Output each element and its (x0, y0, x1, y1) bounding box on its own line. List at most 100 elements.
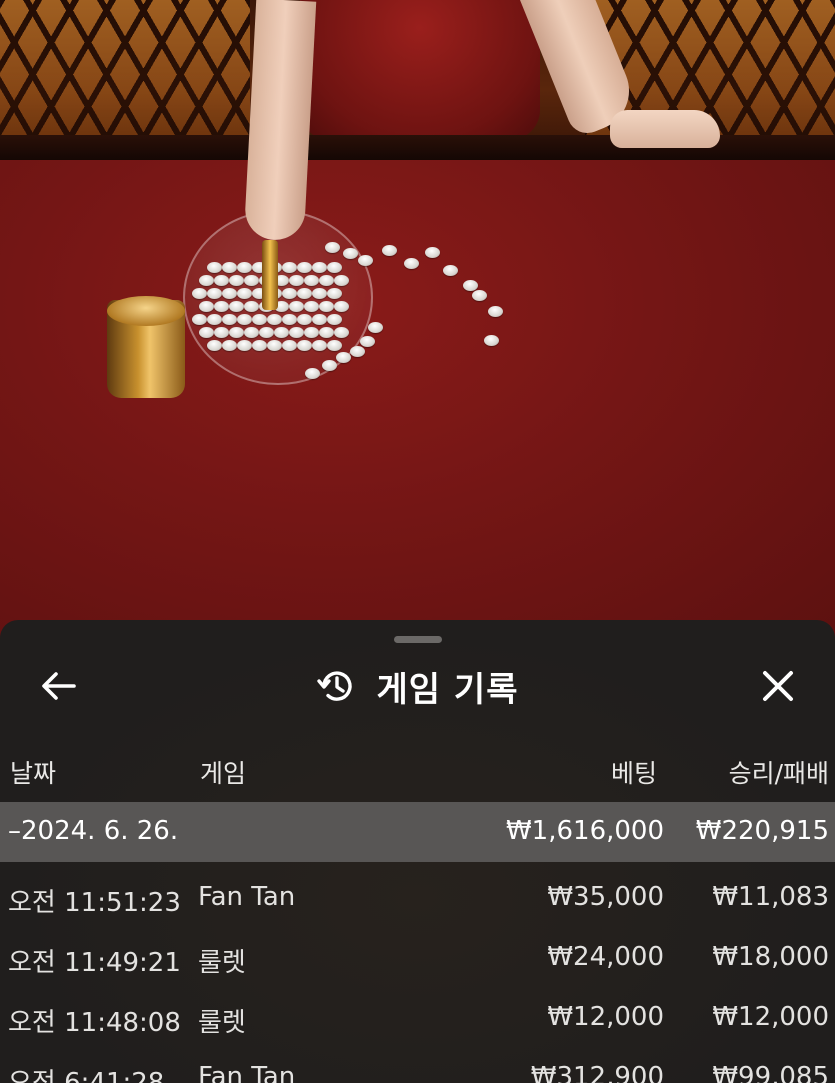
bead (192, 288, 207, 299)
sheet-drag-handle[interactable] (394, 636, 442, 643)
bead (237, 262, 252, 273)
column-header-bet: 베팅 (610, 759, 657, 788)
bead (214, 275, 229, 286)
bead (304, 327, 319, 338)
bead (334, 327, 349, 338)
arrow-left-icon (42, 672, 76, 700)
row-bet: ₩35,000 (547, 882, 664, 912)
bead (327, 262, 342, 273)
row-time: 오전 11:51:23 (8, 888, 181, 918)
bead (297, 262, 312, 273)
bead (267, 340, 282, 351)
bead (222, 314, 237, 325)
history-row[interactable]: 오전 11:49:21 룰렛 ₩24,000 ₩18,000 (0, 928, 835, 988)
row-game: Fan Tan (198, 882, 296, 912)
back-button[interactable] (34, 666, 82, 706)
history-row[interactable]: 오전 11:51:23 Fan Tan ₩35,000 ₩11,083 (0, 868, 835, 928)
brass-cup-top (107, 296, 185, 326)
row-time: 오전 11:49:21 (8, 948, 181, 978)
bead (214, 327, 229, 338)
table-felt (0, 160, 835, 640)
row-game: 룰렛 (198, 1008, 246, 1038)
bead (312, 288, 327, 299)
date-group-total-win-loss: ₩220,915 (695, 816, 829, 846)
bead (443, 265, 458, 276)
bead (319, 327, 334, 338)
bead (237, 314, 252, 325)
column-header-date: 날짜 (10, 759, 57, 788)
bead (237, 288, 252, 299)
bead (350, 346, 365, 357)
bead (327, 314, 342, 325)
date-group-row[interactable]: –2024. 6. 26. ₩1,616,000 ₩220,915 (0, 802, 835, 862)
history-row[interactable]: 오전 6:41:28 Fan Tan ₩312,900 ₩99,085 (0, 1048, 835, 1083)
bead (382, 245, 397, 256)
bead (463, 280, 478, 291)
row-win-loss: ₩12,000 (712, 1002, 829, 1032)
bead (229, 327, 244, 338)
bead (343, 248, 358, 259)
bead (244, 301, 259, 312)
close-icon (763, 671, 793, 701)
bead (282, 262, 297, 273)
row-win-loss: ₩99,085 (712, 1062, 829, 1083)
column-header-win-loss: 승리/패배 (728, 759, 829, 788)
sheet-title-group: 게임 기록 (0, 656, 835, 716)
bead (222, 262, 237, 273)
bead (304, 275, 319, 286)
row-win-loss: ₩18,000 (712, 942, 829, 972)
bead (207, 340, 222, 351)
decorative-lattice-left (0, 0, 250, 140)
date-group-label: –2024. 6. 26. (8, 816, 179, 846)
bead (252, 314, 267, 325)
sheet-header: 게임 기록 (0, 656, 835, 716)
bead (312, 340, 327, 351)
bead (207, 262, 222, 273)
bead (368, 322, 383, 333)
bead (289, 301, 304, 312)
row-bet: ₩24,000 (547, 942, 664, 972)
bead (334, 301, 349, 312)
bead (282, 288, 297, 299)
history-icon (316, 671, 352, 701)
bead (297, 288, 312, 299)
bead (305, 368, 320, 379)
bead (404, 258, 419, 269)
bead (282, 314, 297, 325)
game-history-sheet: 게임 기록 날짜 게임 베팅 승리/패배 –2024. 6. 26. ₩1,61… (0, 620, 835, 1083)
live-video-feed (0, 0, 835, 640)
bead (319, 275, 334, 286)
bead (199, 275, 214, 286)
row-time: 오전 6:41:28 (8, 1068, 165, 1083)
bead (289, 275, 304, 286)
bead (297, 314, 312, 325)
bead (327, 340, 342, 351)
history-row[interactable]: 오전 11:48:08 룰렛 ₩12,000 ₩12,000 (0, 988, 835, 1048)
column-header-game: 게임 (200, 759, 247, 788)
bead (199, 327, 214, 338)
bead (207, 314, 222, 325)
bead (252, 340, 267, 351)
dealer-hand-right (610, 110, 720, 148)
bead (319, 301, 334, 312)
row-game: 룰렛 (198, 948, 246, 978)
bead (334, 275, 349, 286)
bead (358, 255, 373, 266)
close-button[interactable] (754, 664, 802, 708)
bead (229, 301, 244, 312)
bead (484, 335, 499, 346)
bead (237, 340, 252, 351)
bead (259, 327, 274, 338)
bead (336, 352, 351, 363)
bead (229, 275, 244, 286)
bead (312, 314, 327, 325)
bead (282, 340, 297, 351)
bead (192, 314, 207, 325)
bead (325, 242, 340, 253)
sheet-title: 게임 기록 (376, 669, 519, 710)
bead (274, 327, 289, 338)
row-bet: ₩312,900 (530, 1062, 664, 1083)
row-time: 오전 11:48:08 (8, 1008, 181, 1038)
bead (304, 301, 319, 312)
bead (312, 262, 327, 273)
